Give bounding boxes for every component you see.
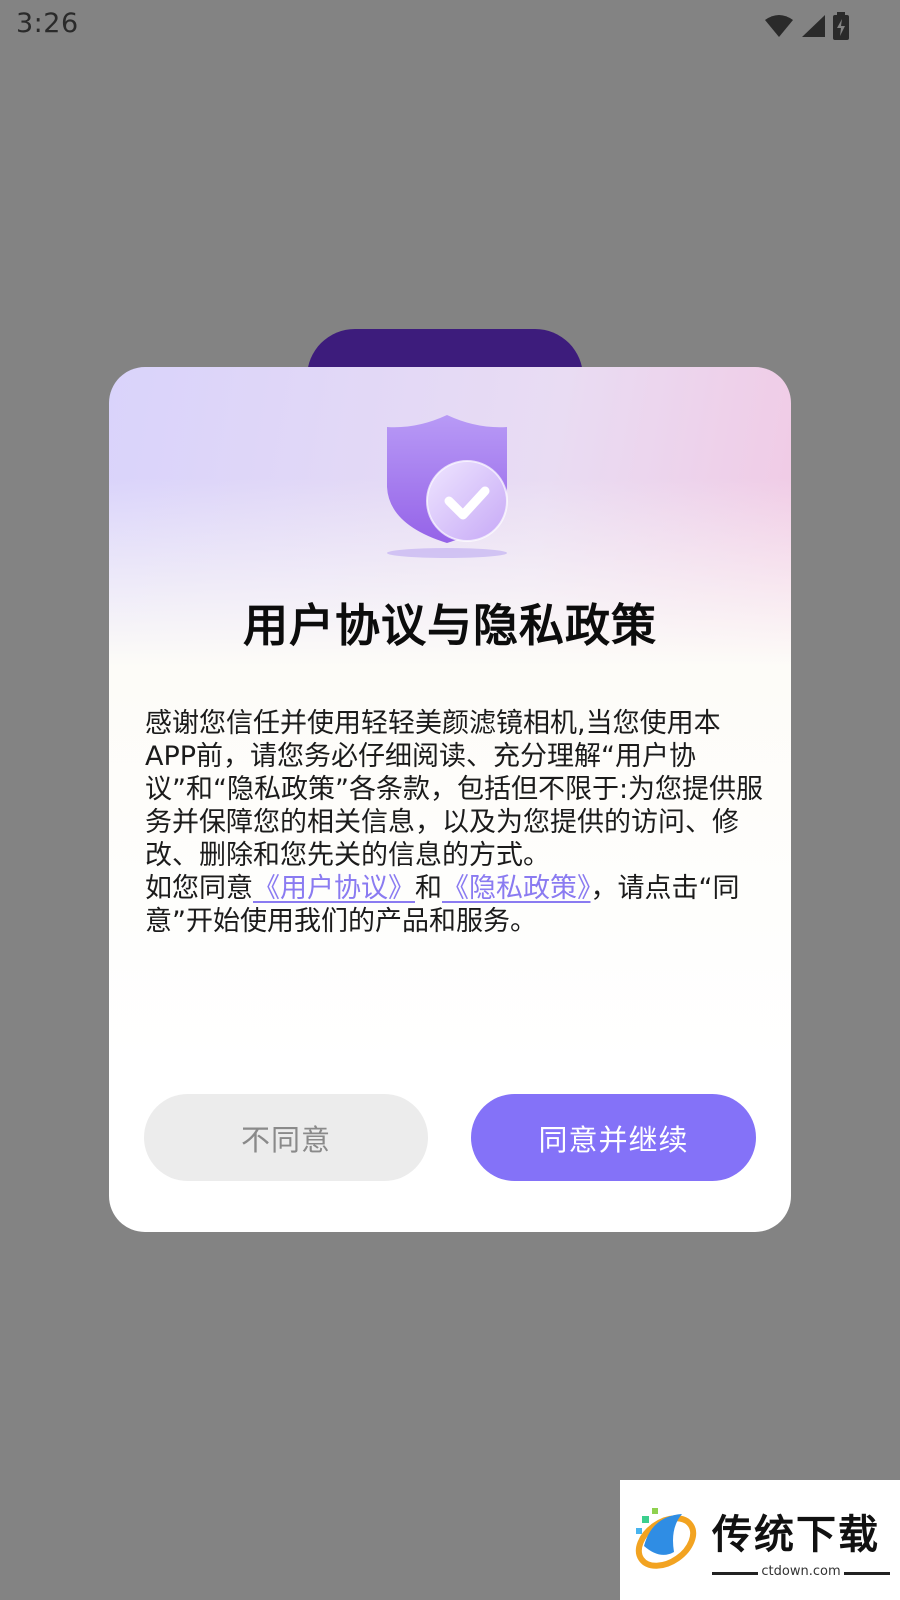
cell-signal-icon	[800, 14, 826, 38]
user-agreement-link[interactable]: 《用户协议》	[253, 873, 415, 904]
watermark-url: ctdown.com	[761, 1564, 841, 1579]
watermark-brand: 传统下载	[712, 1512, 880, 1558]
watermark-logo-icon	[630, 1502, 704, 1580]
status-time: 3:26	[16, 8, 79, 39]
watermark-divider-right	[844, 1572, 890, 1575]
consent-prefix: 如您同意	[145, 873, 253, 904]
consent-paragraph: 如您同意《用户协议》和《隐私政策》，请点击“同意”开始使用我们的产品和服务。	[145, 872, 765, 938]
shield-check-icon	[379, 415, 519, 565]
status-icons	[764, 10, 850, 42]
consent-connector: 和	[415, 873, 442, 904]
privacy-policy-link[interactable]: 《隐私政策》	[442, 873, 591, 904]
dialog-title: 用户协议与隐私政策	[242, 599, 657, 652]
battery-charging-icon	[832, 12, 850, 40]
agree-continue-button[interactable]: 同意并继续	[471, 1094, 756, 1181]
dialog-body: 感谢您信任并使用轻轻美颜滤镜相机,当您使用本APP前，请您务必仔细阅读、充分理解…	[145, 707, 765, 938]
watermark-badge: 传统下载 ctdown.com	[620, 1480, 900, 1600]
body-paragraph: 感谢您信任并使用轻轻美颜滤镜相机,当您使用本APP前，请您务必仔细阅读、充分理解…	[145, 708, 764, 871]
disagree-button[interactable]: 不同意	[144, 1094, 428, 1181]
wifi-icon	[764, 14, 794, 38]
status-bar: 3:26	[0, 0, 900, 50]
privacy-dialog: 用户协议与隐私政策 感谢您信任并使用轻轻美颜滤镜相机,当您使用本APP前，请您务…	[109, 367, 791, 1232]
watermark-divider-left	[712, 1572, 758, 1575]
